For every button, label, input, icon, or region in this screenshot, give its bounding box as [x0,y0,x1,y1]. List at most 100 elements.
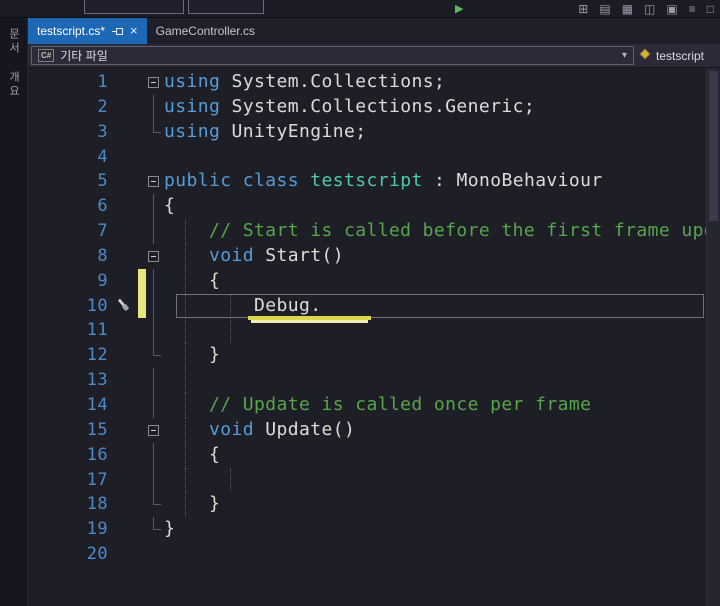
screwdriver-quick-action-icon[interactable] [112,294,138,319]
line-number[interactable]: 5 [28,169,112,194]
code-text[interactable]: } [164,343,706,368]
type-dropdown[interactable]: testscript [639,48,717,63]
code-text[interactable] [164,468,706,493]
code-line[interactable]: 2 using System.Collections.Generic; [28,94,706,120]
code-text[interactable]: } [164,492,706,517]
fold-margin [146,145,164,170]
line-number[interactable]: 15 [28,418,112,443]
fold-toggle-icon[interactable] [148,250,159,262]
line-number[interactable]: 14 [28,393,112,418]
code-text[interactable]: } [164,517,706,542]
change-tracking-margin [138,418,146,443]
change-tracking-margin [138,368,146,393]
code-text[interactable] [164,368,706,393]
code-line[interactable]: 9 { [28,268,706,294]
line-number[interactable]: 20 [28,542,112,567]
code-line[interactable]: 13 [28,368,706,393]
code-line[interactable]: 17 [28,467,706,493]
code-line[interactable]: 15 void Update() [28,417,706,443]
fold-toggle-icon[interactable] [148,424,159,436]
code-text[interactable]: { [164,194,706,219]
change-tracking-margin [138,268,146,294]
code-line[interactable]: 12 } [28,343,706,369]
solution-explorer-icon[interactable]: ▣ [666,1,677,17]
code-line[interactable]: 8 void Start() [28,243,706,269]
line-number[interactable]: 4 [28,145,112,170]
find-in-files-icon[interactable]: ⊞ [578,1,588,17]
code-line[interactable]: 14 // Update is called once per frame [28,392,706,418]
code-text[interactable]: // Update is called once per frame [164,393,706,418]
code-line[interactable]: 20 [28,542,706,567]
run-icon[interactable]: ▶ [455,1,463,17]
line-number[interactable]: 6 [28,194,112,219]
toolbar-dropdown[interactable] [84,0,184,14]
line-number[interactable]: 17 [28,468,112,493]
code-line[interactable]: 1 using System.Collections; [28,70,706,95]
code-text[interactable] [164,318,706,343]
code-text[interactable]: public class testscript : MonoBehaviour [164,169,706,194]
project-dropdown[interactable]: C# 기타 파일 ▾ [31,46,634,65]
code-editor[interactable]: 1 using System.Collections; 2 using System.… [28,68,720,606]
split-window-icon[interactable]: ◫ [644,1,655,17]
code-line[interactable]: 18 } [28,492,706,518]
line-number[interactable]: 12 [28,343,112,368]
line-number[interactable]: 2 [28,95,112,120]
sidebar-item-document-outline[interactable]: 문서 개요 [6,28,22,606]
code-text[interactable]: { [164,443,706,468]
code-text[interactable]: using UnityEngine; [164,120,706,145]
change-tracking-margin [138,468,146,493]
code-text[interactable]: using System.Collections; [164,70,706,95]
line-number[interactable]: 10 [28,294,112,319]
code-text[interactable]: void Update() [164,418,706,443]
line-number[interactable]: 16 [28,443,112,468]
fold-toggle-icon[interactable] [148,176,159,188]
pin-icon[interactable] [111,25,124,38]
toolbar-dropdown[interactable] [188,0,264,14]
line-number[interactable]: 9 [28,269,112,294]
code-line[interactable]: 16 { [28,442,706,468]
fold-margin [146,244,164,269]
code-text[interactable] [164,542,706,567]
code-text[interactable]: // Start is called before the first fram… [164,219,706,244]
code-line[interactable]: 19} [28,517,706,542]
line-number[interactable]: 1 [28,70,112,95]
bookmarks-icon[interactable]: ▤ [599,1,610,17]
glyph-margin [112,343,138,368]
scrollbar-thumb[interactable] [709,71,718,221]
chevron-down-icon[interactable]: ▾ [622,50,627,61]
glyph-margin [112,244,138,269]
line-number[interactable]: 7 [28,219,112,244]
line-number[interactable]: 19 [28,517,112,542]
code-text[interactable]: void Start() [164,244,706,269]
code-text[interactable] [164,145,706,170]
code-token: // Start is called before the first fram… [164,220,706,242]
code-text[interactable]: Debug. [164,294,706,319]
code-token: } [164,493,221,515]
line-number[interactable]: 11 [28,318,112,343]
code-line[interactable]: 7 // Start is called before the first fr… [28,219,706,244]
code-token: } [164,344,221,366]
code-line[interactable]: 5 public class testscript : MonoBehaviour [28,169,706,194]
line-number[interactable]: 13 [28,368,112,393]
top-toolbar: ▶ ⊞ ▤ ▦ ◫ ▣ ≡ □ [0,0,720,18]
fold-toggle-icon[interactable] [148,77,159,88]
code-line[interactable]: 3 using UnityEngine; [28,119,706,145]
glyph-margin [112,492,138,517]
code-line[interactable]: 6{ [28,194,706,220]
properties-icon[interactable]: □ [707,1,714,17]
fold-margin [146,169,164,194]
tab-testscript[interactable]: testscript.cs* × [28,18,147,44]
line-number[interactable]: 18 [28,492,112,517]
vertical-scrollbar[interactable] [706,68,720,606]
fold-margin [146,194,164,220]
code-line[interactable]: 10 Debug. [28,293,706,323]
line-number[interactable]: 3 [28,120,112,145]
menu-icon[interactable]: ≡ [689,1,696,17]
code-text[interactable]: using System.Collections.Generic; [164,95,706,120]
line-number[interactable]: 8 [28,244,112,269]
toolbox-icon[interactable]: ▦ [622,1,633,17]
code-text[interactable]: { [164,269,706,294]
code-line[interactable]: 4 [28,145,706,170]
tab-gamecontroller[interactable]: GameController.cs [147,18,264,44]
close-icon[interactable]: × [130,24,138,37]
